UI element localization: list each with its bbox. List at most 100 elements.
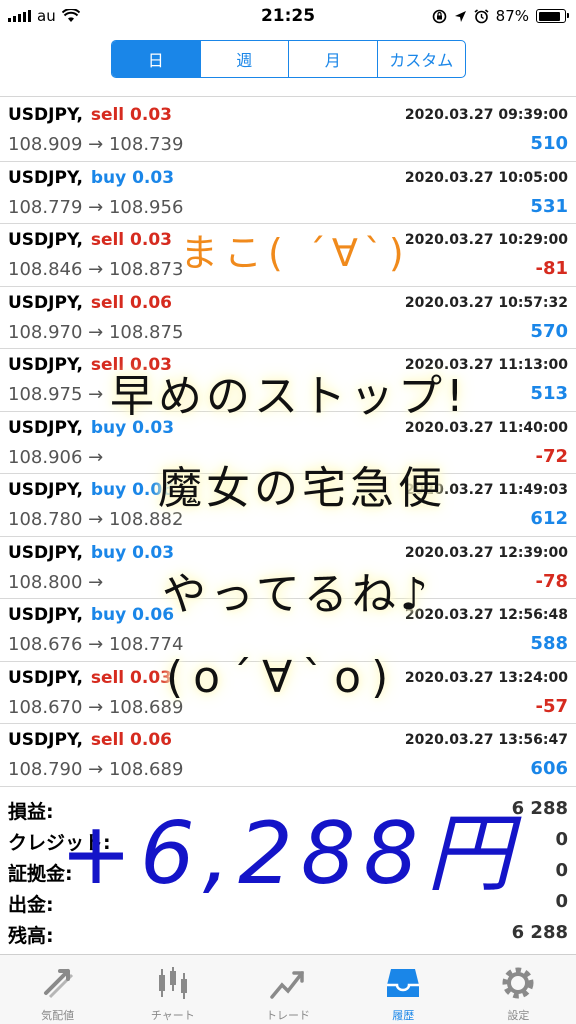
battery-icon <box>536 9 569 23</box>
trade-prices: 108.909 → 108.739 <box>8 134 183 155</box>
annotation-face-1: まこ( ´∀`) <box>180 231 410 275</box>
arrow-icon: → <box>82 134 109 155</box>
segment-1[interactable]: 週 <box>199 41 289 77</box>
quotes-icon <box>38 963 78 1003</box>
annotation-face-2: (o´∀`o) <box>166 652 399 703</box>
open-price: 108.800 <box>8 571 83 593</box>
rotation-lock-icon <box>432 9 446 23</box>
trade-side: buy <box>90 480 127 500</box>
tab-label: トレード <box>266 1009 310 1022</box>
trade-profit: 570 <box>530 320 568 342</box>
trade-date: 2020.03.27 13:24:00 <box>404 669 568 686</box>
symbol-label: USDJPY, <box>8 480 83 500</box>
segment-2[interactable]: 月 <box>288 41 377 77</box>
trade-lots: 0.03 <box>124 105 173 125</box>
trade-prices: 108.970 → 108.875 <box>8 322 183 343</box>
annotation-line-1: 早めのストップ! <box>110 371 468 422</box>
trade-date: 2020.03.27 10:05:00 <box>404 169 568 186</box>
trade-profit: 513 <box>530 383 568 404</box>
trade-profit: 612 <box>530 508 568 529</box>
trade-row[interactable]: USDJPY, sell 0.06 2020.03.27 10:57:32 108.… <box>0 287 576 349</box>
trade-lots: 0.03 <box>124 230 173 250</box>
trade-date: 2020.03.27 09:39:00 <box>404 107 568 123</box>
alarm-icon <box>474 8 489 23</box>
trade-symbol: USDJPY, sell 0.03 <box>8 230 172 250</box>
symbol-label: USDJPY, <box>8 292 83 313</box>
open-price: 108.906 <box>8 446 83 468</box>
status-right: 87% <box>432 7 569 25</box>
period-segmented-control: 日週月カスタム <box>111 40 466 78</box>
tab-bar: 気配値 チャート トレード 履歴 設定 <box>0 954 576 1024</box>
open-price: 108.846 <box>8 259 83 280</box>
trade-symbol: USDJPY, buy 0.03 <box>8 543 174 563</box>
trade-lots: 0.03 <box>124 667 173 688</box>
arrow-icon: → <box>82 571 104 593</box>
location-icon <box>454 10 466 22</box>
summary-label: 残高: <box>8 925 54 947</box>
arrow-icon: → <box>82 196 109 218</box>
trade-date: 2020.03.27 10:29:00 <box>404 232 568 248</box>
trade-symbol: USDJPY, sell 0.03 <box>8 668 172 688</box>
symbol-label: USDJPY, <box>8 355 83 375</box>
trade-prices: 108.790 → 108.689 <box>8 759 183 780</box>
trade-prices: 108.779 → 108.956 <box>8 197 183 218</box>
tab-settings[interactable]: 設定 <box>461 955 576 1024</box>
trade-side: sell <box>90 105 125 125</box>
symbol-label: USDJPY, <box>8 230 83 250</box>
trade-profit: 588 <box>530 633 568 654</box>
trade-row[interactable]: USDJPY, buy 0.03 2020.03.27 10:05:00 108.7… <box>0 162 576 224</box>
close-price: 108.873 <box>108 259 184 280</box>
open-price: 108.909 <box>8 134 83 155</box>
segment-0[interactable]: 日 <box>112 41 200 77</box>
trade-prices: 108.670 → 108.689 <box>8 697 183 718</box>
battery-percent: 87% <box>495 7 529 25</box>
symbol-label: USDJPY, <box>8 167 83 188</box>
annotation-line-2: 魔女の宅急便 <box>158 463 446 514</box>
arrow-icon: → <box>82 509 109 530</box>
trade-side: sell <box>90 230 125 250</box>
tab-trade[interactable]: トレード <box>230 955 345 1024</box>
settings-icon <box>498 963 538 1003</box>
trade-prices: 108.800 → <box>8 572 103 593</box>
open-price: 108.970 <box>8 321 83 343</box>
trade-lots: 0.06 <box>124 730 173 750</box>
trade-symbol: USDJPY, sell 0.06 <box>8 730 172 750</box>
trade-lots: 0.03 <box>126 167 175 188</box>
trade-profit: 510 <box>530 133 568 154</box>
trade-prices: 108.975 → <box>8 384 103 405</box>
trade-prices: 108.906 → <box>8 447 103 468</box>
arrow-icon: → <box>82 259 109 280</box>
trade-symbol: USDJPY, buy 0.06 <box>8 480 174 500</box>
trade-profit: 606 <box>530 758 568 779</box>
tab-label: 気配値 <box>41 1009 75 1022</box>
trade-date: 2020.03.27 13:56:47 <box>404 732 568 748</box>
symbol-label: USDJPY, <box>8 417 83 438</box>
trade-row[interactable]: USDJPY, sell 0.03 2020.03.27 09:39:00 108.… <box>0 99 576 162</box>
open-price: 108.790 <box>8 759 83 780</box>
trade-row[interactable]: USDJPY, sell 0.06 2020.03.27 13:56:47 108.… <box>0 724 576 787</box>
annotation-line-3: やってるね♪ <box>162 569 432 620</box>
status-bar: au 21:25 87% <box>0 0 576 34</box>
tab-chart[interactable]: チャート <box>115 955 230 1024</box>
close-price: 108.689 <box>108 759 184 780</box>
tab-quotes[interactable]: 気配値 <box>0 955 115 1024</box>
header-divider <box>0 96 576 97</box>
segment-3[interactable]: カスタム <box>376 41 466 77</box>
symbol-label: USDJPY, <box>8 105 83 125</box>
open-price: 108.780 <box>8 509 83 530</box>
tab-label: 設定 <box>507 1009 530 1022</box>
summary-row: 残高: 6 288 <box>0 917 576 948</box>
tab-history[interactable]: 履歴 <box>346 955 461 1024</box>
symbol-label: USDJPY, <box>8 667 83 688</box>
trade-symbol: USDJPY, sell 0.03 <box>8 105 172 125</box>
trade-side: sell <box>90 292 125 313</box>
summary-value: 0 <box>555 829 568 850</box>
arrow-icon: → <box>82 634 109 655</box>
open-price: 108.975 <box>8 384 83 405</box>
trade-icon <box>268 963 308 1003</box>
arrow-icon: → <box>82 696 109 718</box>
trade-lots: 0.06 <box>124 292 173 313</box>
trade-symbol: USDJPY, sell 0.06 <box>8 293 172 313</box>
trade-side: sell <box>90 730 125 750</box>
summary-value: 6 288 <box>511 922 568 943</box>
